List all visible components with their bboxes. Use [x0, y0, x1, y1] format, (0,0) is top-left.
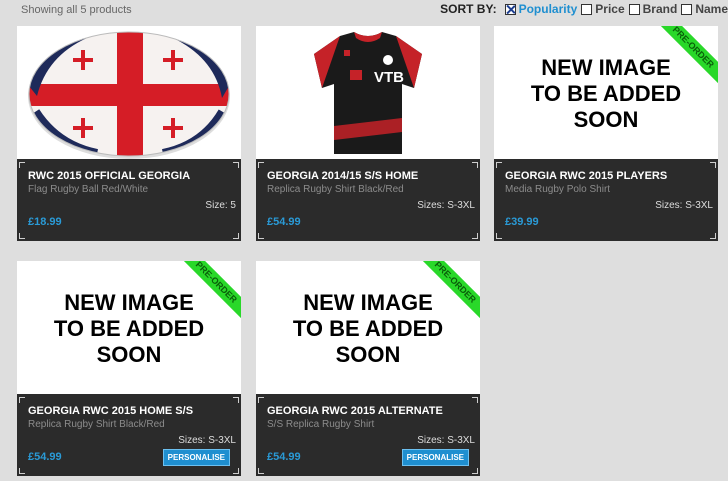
- corner-mark: [19, 468, 25, 474]
- corner-mark: [19, 397, 25, 403]
- corner-mark: [472, 233, 478, 239]
- sort-option-price[interactable]: Price: [581, 2, 625, 16]
- corner-mark: [19, 233, 25, 239]
- personalise-button[interactable]: PERSONALISE: [162, 449, 230, 466]
- product-description: Replica Rugby Shirt Black/Red: [28, 419, 165, 430]
- sort-option-name[interactable]: Name: [681, 2, 728, 16]
- product-image[interactable]: NEW IMAGE TO BE ADDED SOON PRE-ORDER: [494, 26, 718, 159]
- corner-mark: [258, 397, 264, 403]
- product-name[interactable]: GEORGIA RWC 2015 PLAYERS: [505, 170, 667, 182]
- personalise-button[interactable]: PERSONALISE: [401, 449, 469, 466]
- placeholder-line: TO BE ADDED: [292, 316, 444, 341]
- placeholder-line: NEW IMAGE: [541, 55, 671, 80]
- checkbox-icon[interactable]: [581, 3, 593, 15]
- corner-mark: [233, 233, 239, 239]
- placeholder-line: SOON: [96, 342, 162, 367]
- product-image[interactable]: NEW IMAGE TO BE ADDED SOON PRE-ORDER: [17, 261, 241, 394]
- product-card[interactable]: RWC 2015 OFFICIAL GEORGIA Flag Rugby Bal…: [17, 26, 241, 241]
- corner-mark: [233, 468, 239, 474]
- sort-option-popularity[interactable]: Popularity: [504, 2, 578, 16]
- corner-mark: [258, 468, 264, 474]
- corner-mark: [233, 162, 239, 168]
- product-info: GEORGIA 2014/15 S/S HOME Replica Rugby S…: [256, 159, 480, 241]
- product-info: RWC 2015 OFFICIAL GEORGIA Flag Rugby Bal…: [17, 159, 241, 241]
- product-description: Replica Rugby Shirt Black/Red: [267, 184, 404, 195]
- product-size: Size: 5: [205, 200, 236, 211]
- placeholder-line: TO BE ADDED: [53, 316, 205, 341]
- product-card[interactable]: NEW IMAGE TO BE ADDED SOON PRE-ORDER GEO…: [256, 261, 480, 476]
- product-card[interactable]: NEW IMAGE TO BE ADDED SOON PRE-ORDER GEO…: [17, 261, 241, 476]
- sort-title: SORT BY:: [440, 2, 497, 16]
- sort-option-label: Popularity: [518, 2, 578, 16]
- product-description: S/S Replica Rugby Shirt: [267, 419, 375, 430]
- sort-option-label: Brand: [642, 2, 678, 16]
- product-price: £39.99: [505, 216, 539, 228]
- corner-mark: [233, 397, 239, 403]
- placeholder-image: NEW IMAGE TO BE ADDED SOON: [256, 290, 480, 368]
- product-name[interactable]: RWC 2015 OFFICIAL GEORGIA: [28, 170, 190, 182]
- sort-option-label: Name: [695, 2, 728, 16]
- sort-option-label: Price: [595, 2, 625, 16]
- product-info: GEORGIA RWC 2015 ALTERNATE S/S Replica R…: [256, 394, 480, 476]
- corner-mark: [258, 233, 264, 239]
- checkbox-icon[interactable]: [681, 3, 693, 15]
- sort-bar: SORT BY: Popularity Price Brand Name: [440, 1, 728, 17]
- product-price: £54.99: [267, 216, 301, 228]
- placeholder-line: SOON: [335, 342, 401, 367]
- product-info: GEORGIA RWC 2015 HOME S/S Replica Rugby …: [17, 394, 241, 476]
- product-size: Sizes: S-3XL: [417, 435, 475, 446]
- product-description: Flag Rugby Ball Red/White: [28, 184, 149, 195]
- product-description: Media Rugby Polo Shirt: [505, 184, 611, 195]
- rugby-ball-image: [28, 31, 230, 159]
- product-name[interactable]: GEORGIA 2014/15 S/S HOME: [267, 170, 418, 182]
- placeholder-line: NEW IMAGE: [64, 290, 194, 315]
- product-size: Sizes: S-3XL: [417, 200, 475, 211]
- product-size: Sizes: S-3XL: [178, 435, 236, 446]
- corner-mark: [258, 162, 264, 168]
- checkbox-icon[interactable]: [628, 3, 640, 15]
- checkbox-checked-icon[interactable]: [504, 3, 516, 15]
- product-price: £18.99: [28, 216, 62, 228]
- placeholder-image: NEW IMAGE TO BE ADDED SOON: [17, 290, 241, 368]
- placeholder-line: NEW IMAGE: [303, 290, 433, 315]
- corner-mark: [19, 162, 25, 168]
- product-price: £54.99: [28, 451, 62, 463]
- corner-mark: [496, 162, 502, 168]
- corner-mark: [472, 468, 478, 474]
- corner-mark: [496, 233, 502, 239]
- product-image[interactable]: VTB: [256, 26, 480, 159]
- corner-mark: [472, 397, 478, 403]
- product-size: Sizes: S-3XL: [655, 200, 713, 211]
- rugby-shirt-image: VTB: [314, 32, 422, 154]
- product-card[interactable]: VTB GEORGIA 2014/15 S/S HOME Replica Rug…: [256, 26, 480, 241]
- sort-option-brand[interactable]: Brand: [628, 2, 678, 16]
- product-price: £54.99: [267, 451, 301, 463]
- corner-mark: [710, 233, 716, 239]
- product-image[interactable]: [17, 26, 241, 159]
- product-count: Showing all 5 products: [21, 4, 132, 16]
- product-image[interactable]: NEW IMAGE TO BE ADDED SOON PRE-ORDER: [256, 261, 480, 394]
- corner-mark: [710, 162, 716, 168]
- product-name[interactable]: GEORGIA RWC 2015 HOME S/S: [28, 405, 193, 417]
- placeholder-line: SOON: [573, 107, 639, 132]
- product-name[interactable]: GEORGIA RWC 2015 ALTERNATE: [267, 405, 443, 417]
- product-info: GEORGIA RWC 2015 PLAYERS Media Rugby Pol…: [494, 159, 718, 241]
- product-card[interactable]: NEW IMAGE TO BE ADDED SOON PRE-ORDER GEO…: [494, 26, 718, 241]
- corner-mark: [472, 162, 478, 168]
- placeholder-image: NEW IMAGE TO BE ADDED SOON: [494, 55, 718, 133]
- shirt-sponsor-text: VTB: [374, 69, 404, 86]
- placeholder-line: TO BE ADDED: [530, 81, 682, 106]
